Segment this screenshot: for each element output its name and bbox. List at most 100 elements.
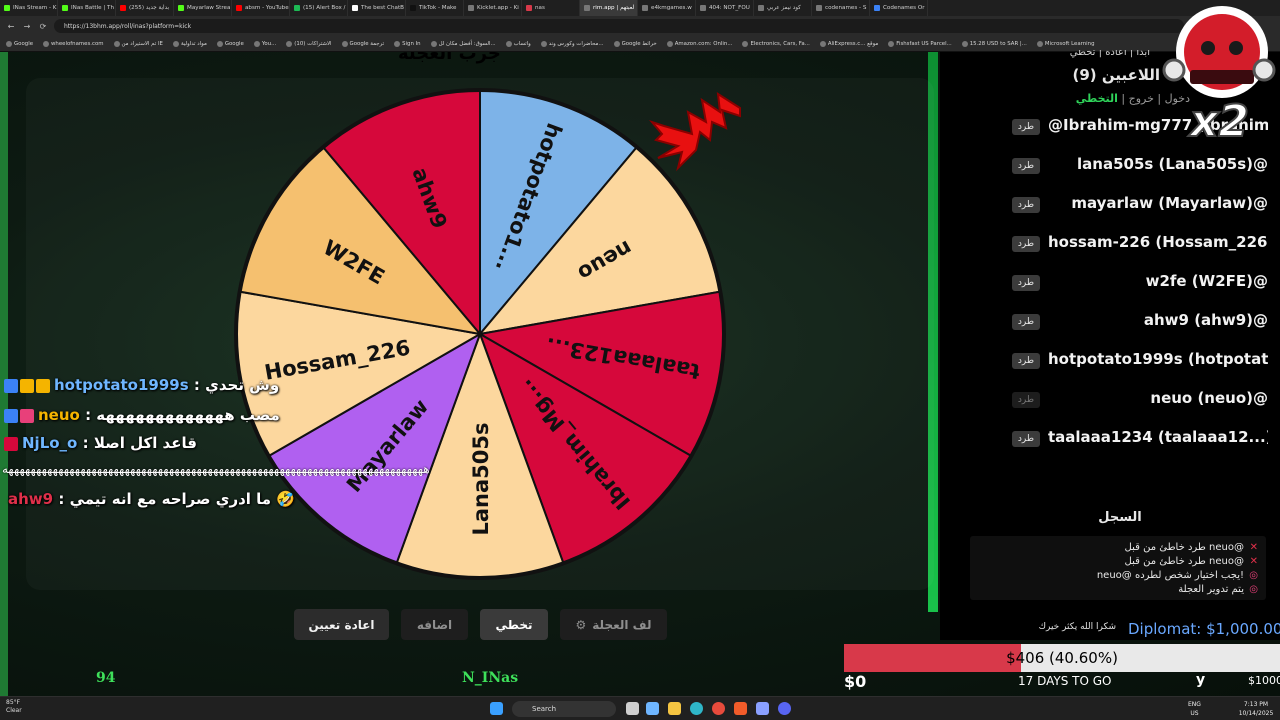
tab-label: Codenames Or [883,5,925,11]
browser-tab[interactable]: 404: NOT_FOU [696,0,754,16]
bookmark-item[interactable]: Amazon.com: Onlin... [666,40,732,47]
bookmark-item[interactable]: مواد تداولية [172,40,207,47]
players-title: اللاعبين (9) [1072,66,1160,84]
chat-separator: : [79,406,97,424]
kick-player-button[interactable]: طرد [1012,197,1040,213]
browser-tab[interactable]: كود نيمز عربي [754,0,812,16]
tab-favicon-icon [816,5,822,11]
explorer-icon[interactable] [668,702,681,715]
kick-player-button[interactable]: طرد [1012,431,1040,447]
bookmark-item[interactable]: You... [253,40,276,47]
bookmark-favicon-icon [742,40,749,47]
bookmark-item[interactable]: Google [6,40,34,47]
store-icon[interactable] [756,702,769,715]
browser-tab[interactable]: TikTok - Make [406,0,464,16]
address-bar-row: ← → ⟳ https://13bhm.app/roll/inas?platfo… [0,16,1280,36]
bookmark-label: 15.28 USD to SAR |... [969,40,1027,47]
reload-icon[interactable]: ⟳ [38,22,48,31]
bookmark-item[interactable]: wheelofnames.com [43,40,104,47]
bookmark-label: wheelofnames.com [51,40,104,47]
bookmark-favicon-icon [43,40,50,47]
kick-player-button[interactable]: طرد [1012,392,1040,408]
bookmark-item[interactable]: AliExpress.c... موقع [819,40,878,47]
widgets-icon[interactable] [646,702,659,715]
taskview-icon[interactable] [626,702,639,715]
tab-label: 404: NOT_FOU [709,5,750,11]
browser-tab[interactable]: Mayarlaw Strea [174,0,232,16]
bookmark-item[interactable]: 15.28 USD to SAR |... [961,40,1027,47]
bookmark-item[interactable]: Sign In [394,40,421,47]
bookmark-label: (10) الاشتراكات [294,40,332,47]
sidebar-actions-partial: ابدأ | اعادة | تخطي [1069,50,1150,58]
browser-tab[interactable]: absm - YouTube [232,0,290,16]
reset-button[interactable]: اعادة تعيين [294,609,389,640]
taskbar-search[interactable]: Search [512,701,616,717]
weather-widget[interactable]: 85°F Clear [6,699,22,715]
forward-icon[interactable]: → [22,22,32,31]
bookmark-item[interactable]: Electronics, Cars, Fa... [742,40,810,47]
mascot-multiplier: x2 [1188,96,1249,147]
bookmark-item[interactable]: Microsoft Learning [1036,40,1095,47]
kick-player-button[interactable]: طرد [1012,236,1040,252]
browser-tab[interactable]: rim.app | لعبتهم [580,0,638,16]
player-row: طرد lana505s (Lana505s)@ [1004,155,1268,177]
log-status-icon: ✕ [1249,556,1258,567]
start-icon[interactable] [490,702,503,715]
lang-bottom: US [1190,710,1199,717]
skip-link[interactable]: التخطي [1076,92,1118,105]
brave-icon[interactable] [734,702,747,715]
bookmark-item[interactable]: Fishsfast US Parcel... [888,40,952,47]
bookmark-item[interactable]: Google ترجمة [341,40,384,47]
url-field[interactable]: https://13bhm.app/roll/inas?platform=kic… [54,19,1184,33]
browser-tab[interactable]: e4kmgames.w [638,0,696,16]
browser-tab[interactable]: Codenames Or [870,0,928,16]
discord-icon[interactable] [778,702,791,715]
spin-wheel-button[interactable]: ⚙ لف العجلة [560,609,667,640]
browser-tab[interactable]: nas [522,0,580,16]
bookmark-label: Google [14,40,34,47]
browser-tab[interactable]: codenames - S [812,0,870,16]
chat-badge-icon [20,378,34,393]
kick-player-button[interactable]: طرد [1012,119,1040,135]
bookmark-item[interactable]: السوق: أفضل مكان لل... [430,40,496,47]
log-entry: طرد خاطئ من قبل neuo@ [1124,556,1244,567]
bookmark-item[interactable]: Google خرائط [613,40,657,47]
back-icon[interactable]: ← [6,22,16,31]
bookmark-item[interactable]: تم الاستيراد من IE [113,40,163,47]
bookmark-label: واتساب [513,40,531,47]
tab-favicon-icon [874,5,880,11]
bookmark-item[interactable]: (10) الاشتراكات [286,40,332,47]
browser-tab[interactable]: INas Battle | Th [58,0,116,16]
bookmark-favicon-icon [430,40,437,47]
exit-link[interactable]: خروج [1129,92,1154,105]
kick-player-button[interactable]: طرد [1012,353,1040,369]
chat-separator: : [53,490,70,508]
bookmark-favicon-icon [216,40,223,47]
bookmark-favicon-icon [613,40,620,47]
chat-spam-line: هههههههههههههههههههههههههههههههههههههههه… [2,462,432,476]
kick-player-button[interactable]: طرد [1012,275,1040,291]
browser-tab[interactable]: Kicklet.app - Ki [464,0,522,16]
language-indicator[interactable]: ENG US [1188,700,1201,718]
kick-player-button[interactable]: طرد [1012,158,1040,174]
page-heading-partial: جرب العجلة [398,52,501,64]
bookmark-item[interactable]: واتساب [505,40,531,47]
system-clock[interactable]: 7:13 PM 10/14/2025 [1234,700,1278,718]
edge-icon[interactable] [690,702,703,715]
browser-tab[interactable]: INas Stream - K [0,0,58,16]
skip-button[interactable]: تخطي [480,609,548,640]
browser-tab[interactable]: The best ChatB [348,0,406,16]
log-entry: يتم تدوير العجلة [1178,584,1244,595]
bookmark-favicon-icon [286,40,293,47]
bookmark-item[interactable]: محاضرات وكورس وند... [540,40,604,47]
browser-tab[interactable]: (15) Alert Box / [290,0,348,16]
bookmark-label: محاضرات وكورس وند... [548,40,604,47]
add-button[interactable]: اضافه [401,609,468,640]
chat-message: neuo : مصب هههههههههههههه [4,406,280,424]
bookmark-favicon-icon [6,40,12,47]
bookmark-item[interactable]: Google [216,40,244,47]
kick-player-button[interactable]: طرد [1012,314,1040,330]
chrome-icon[interactable] [712,702,725,715]
browser-tab[interactable]: (255) بداية جديد [116,0,174,16]
bookmark-favicon-icon [888,40,895,47]
